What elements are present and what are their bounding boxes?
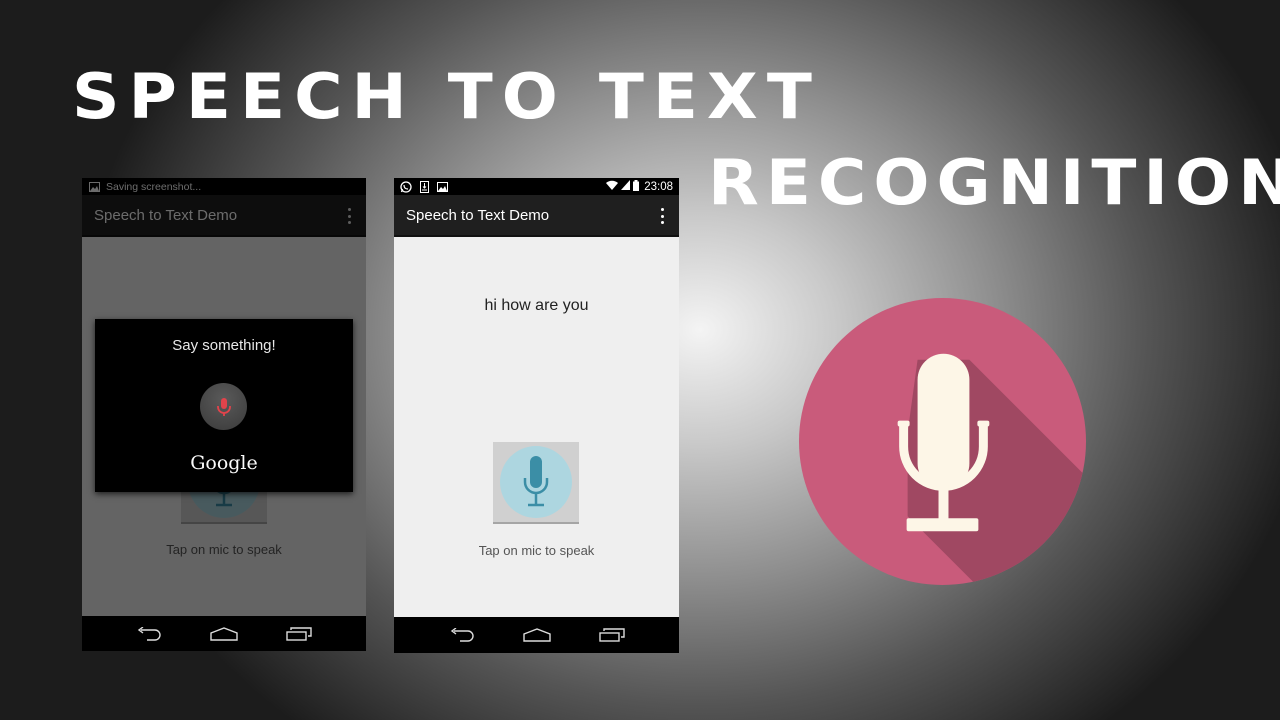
recognized-text: hi how are you: [484, 297, 589, 314]
microphone-icon: [216, 397, 231, 416]
action-bar: Speech to Text Demo: [82, 195, 366, 237]
back-icon[interactable]: [447, 625, 477, 645]
home-icon[interactable]: [209, 624, 239, 644]
action-bar: Speech to Text Demo: [394, 195, 679, 237]
image-icon: [436, 181, 448, 193]
signal-icon: [621, 180, 631, 193]
hint-text: Tap on mic to speak: [478, 543, 595, 558]
google-logo: Google: [190, 452, 258, 474]
recents-icon[interactable]: [284, 624, 314, 644]
status-bar: 23:08: [394, 178, 679, 195]
navigation-bar: [394, 617, 679, 653]
dialog-prompt: Say something!: [172, 337, 276, 354]
notification-text: Saving screenshot...: [106, 180, 202, 193]
phone-screenshot-listening: Saving screenshot... Speech to Text Demo…: [82, 178, 366, 651]
status-bar: Saving screenshot...: [82, 178, 366, 195]
microphone-icon: [500, 446, 572, 518]
image-icon: [88, 181, 100, 193]
navigation-bar: [82, 616, 366, 651]
phone-screenshot-result: 23:08 Speech to Text Demo hi how are you…: [394, 178, 679, 653]
home-icon[interactable]: [522, 625, 552, 645]
download-icon: [418, 180, 430, 193]
voice-mic-button[interactable]: [200, 383, 247, 430]
battery-icon: [633, 179, 640, 194]
headline-line-1: SPEECH TO TEXT: [72, 59, 821, 134]
app-title: Speech to Text Demo: [94, 206, 238, 224]
app-title: Speech to Text Demo: [406, 206, 550, 224]
headline-line-2: RECOGNITION: [708, 145, 1280, 220]
microphone-badge-icon: [798, 297, 1087, 586]
hint-text: Tap on mic to speak: [166, 542, 282, 557]
mic-button[interactable]: [493, 442, 579, 524]
overflow-menu-icon[interactable]: [346, 208, 352, 224]
recents-icon[interactable]: [597, 625, 627, 645]
back-icon[interactable]: [134, 624, 164, 644]
whatsapp-icon: [400, 180, 412, 193]
app-content: hi how are you Tap on mic to speak: [394, 237, 679, 617]
clock: 23:08: [644, 180, 673, 193]
overflow-menu-icon[interactable]: [659, 208, 665, 224]
voice-input-dialog: Say something! Google: [95, 319, 353, 492]
wifi-icon: [606, 180, 619, 193]
